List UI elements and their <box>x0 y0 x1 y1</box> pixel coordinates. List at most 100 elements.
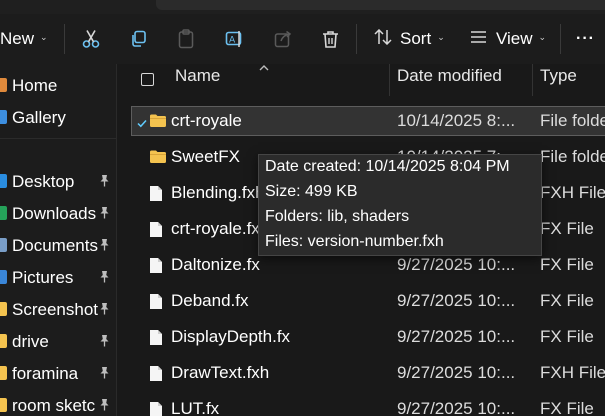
file-name: Deband.fx <box>171 291 249 310</box>
file-row[interactable]: crt-royale 10/14/2025 8:... File folde <box>131 106 605 136</box>
tooltip-folders: Folders: lib, shaders <box>265 208 410 225</box>
copy-icon <box>130 30 148 48</box>
pin-icon <box>99 270 110 288</box>
sidebar-item-label: Downloads <box>12 204 97 223</box>
view-list-icon <box>470 30 487 49</box>
tooltip-date-created: Date created: 10/14/2025 8:04 PM <box>265 158 510 175</box>
sidebar-item-gallery[interactable]: Gallery <box>0 103 116 131</box>
file-date-modified: 10/14/2025 8:... <box>397 111 516 130</box>
pin-icon <box>99 302 110 320</box>
file-name: Blending.fxh <box>171 183 265 202</box>
pictures-icon <box>0 270 7 284</box>
rename-icon: A <box>225 29 245 49</box>
pin-icon <box>99 334 110 352</box>
file-date-modified: 9/27/2025 10:... <box>397 363 516 382</box>
select-all-checkbox[interactable] <box>141 73 154 86</box>
toolbar-divider <box>356 24 357 54</box>
sidebar-item-label: Desktop <box>12 172 75 191</box>
sidebar-item-label: Documents <box>12 236 98 255</box>
file-name: DisplayDepth.fx <box>171 327 291 346</box>
cut-button[interactable] <box>82 14 100 64</box>
file-type: FX File <box>540 255 594 274</box>
home-icon <box>0 78 7 92</box>
column-header-type[interactable]: Type <box>540 66 577 94</box>
sidebar-item-pictures[interactable]: Pictures <box>0 263 116 291</box>
sidebar-item-label: Screenshots <box>12 300 98 319</box>
file-date-modified: 9/27/2025 10:... <box>397 399 516 416</box>
copy-button[interactable] <box>130 14 148 64</box>
new-button[interactable]: New ⌄ <box>0 14 48 64</box>
more-options-icon: ··· <box>576 30 595 47</box>
rename-button[interactable]: A <box>225 14 245 64</box>
view-button[interactable]: View ⌄ <box>470 14 546 64</box>
sidebar-item-screenshots[interactable]: Screenshots <box>0 295 116 323</box>
folder-icon <box>0 366 7 380</box>
sidebar-item-home[interactable]: Home <box>0 71 116 99</box>
file-name: SweetFX <box>171 147 240 166</box>
column-header-name[interactable]: Name <box>175 66 220 94</box>
file-row[interactable]: DisplayDepth.fx 9/27/2025 10:... FX File <box>131 322 605 352</box>
file-type: File folde <box>540 111 605 130</box>
navigation-pane: Home Gallery Desktop Downloads Documents Pict… <box>0 64 116 416</box>
file-row[interactable]: LUT.fx 9/27/2025 10:... FX File <box>131 394 605 416</box>
scissors-icon <box>82 29 100 49</box>
file-explorer-window: New ⌄ A Sort ⌄ View ⌄ ··· Home Gallery D… <box>0 0 605 416</box>
pin-icon <box>99 174 110 192</box>
folder-info-tooltip: Date created: 10/14/2025 8:04 PM Size: 4… <box>258 154 542 256</box>
column-divider[interactable] <box>532 64 533 96</box>
sidebar-item-label: drive <box>12 332 49 351</box>
file-type: FX File <box>540 291 594 310</box>
file-type: FXH File <box>540 183 605 202</box>
desktop-icon <box>0 174 7 188</box>
folder-icon <box>149 113 167 133</box>
documents-icon <box>0 238 7 252</box>
file-row[interactable]: Deband.fx 9/27/2025 10:... FX File <box>131 286 605 316</box>
column-divider[interactable] <box>389 64 390 96</box>
tooltip-size: Size: 499 KB <box>265 183 358 200</box>
file-type: FX File <box>540 327 594 346</box>
sort-button-label: Sort <box>400 29 432 48</box>
file-row[interactable]: DrawText.fxh 9/27/2025 10:... FXH File <box>131 358 605 388</box>
sidebar-item-desktop[interactable]: Desktop <box>0 167 116 195</box>
chevron-down-icon: ⌄ <box>40 31 48 42</box>
sidebar-item-label: Home <box>12 76 58 95</box>
new-button-label: New <box>0 29 35 48</box>
sidebar-item-room-sketc[interactable]: room sketc <box>0 391 116 416</box>
sort-button[interactable]: Sort ⌄ <box>374 14 445 64</box>
sort-icon <box>374 28 392 50</box>
paste-button[interactable] <box>178 14 194 64</box>
column-header-date-modified[interactable]: Date modified <box>397 66 502 94</box>
sidebar-item-drive[interactable]: drive <box>0 327 116 355</box>
pane-splitter[interactable] <box>116 64 117 416</box>
file-name: DrawText.fxh <box>171 363 270 382</box>
file-type: File folde <box>540 147 605 166</box>
chevron-down-icon: ⌄ <box>538 31 547 42</box>
file-name: Daltonize.fx <box>171 255 260 274</box>
more-options-button[interactable]: ··· <box>576 14 595 64</box>
file-type: FX File <box>540 399 594 416</box>
file-name: crt-royale.fx <box>171 219 260 238</box>
file-type: FX File <box>540 219 594 238</box>
toolbar-divider <box>560 24 561 54</box>
file-date-modified: 9/27/2025 10:... <box>397 327 516 346</box>
file-icon <box>149 257 163 279</box>
file-name: LUT.fx <box>171 399 220 416</box>
file-icon <box>149 185 163 207</box>
tooltip-files: Files: version-number.fxh <box>265 233 444 250</box>
sidebar-item-downloads[interactable]: Downloads <box>0 199 116 227</box>
pin-icon <box>99 238 110 256</box>
sidebar-item-documents[interactable]: Documents <box>0 231 116 259</box>
share-button[interactable] <box>274 14 292 64</box>
sort-ascending-icon <box>259 58 269 76</box>
address-bar-edge[interactable] <box>156 0 605 10</box>
folder-icon <box>149 149 167 169</box>
delete-button[interactable] <box>322 14 339 64</box>
file-icon <box>149 221 163 243</box>
svg-text:A: A <box>229 36 236 46</box>
folder-icon <box>0 398 7 412</box>
title-strip <box>0 0 605 14</box>
row-checkmark-icon[interactable] <box>137 115 147 133</box>
command-bar: New ⌄ A Sort ⌄ View ⌄ ··· <box>0 14 605 64</box>
pin-icon <box>99 206 110 224</box>
sidebar-item-foramina[interactable]: foramina <box>0 359 116 387</box>
